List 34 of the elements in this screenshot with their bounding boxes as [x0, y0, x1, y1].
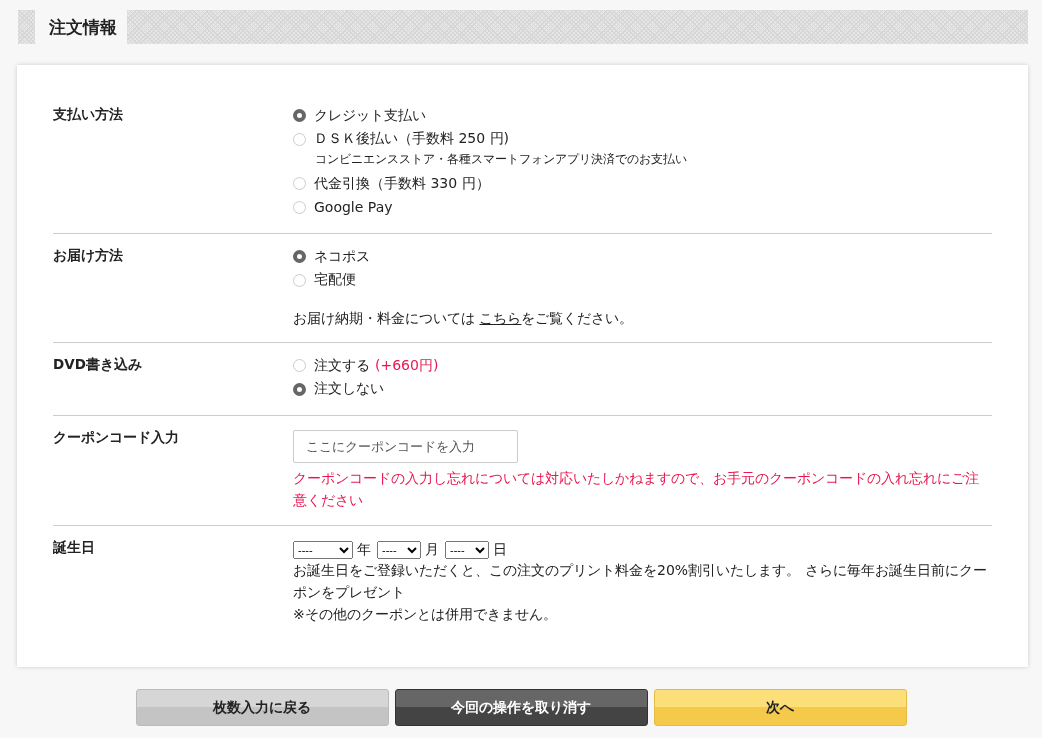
- date-unit: 年: [357, 541, 371, 559]
- coupon-warning: クーポンコードの入力し忘れについては対応いたしかねますので、お手元のクーポンコードの入れ忘れにご注意ください: [293, 469, 980, 510]
- info-link[interactable]: こちら: [479, 310, 522, 326]
- delivery-info: お届け納期・料金については こちら をご覧ください。: [293, 310, 635, 328]
- option-label[interactable]: ＤＳＫ後払い（手数料 250 円): [314, 130, 510, 149]
- birthday-note: ※その他のクーポンとは併用できません。: [293, 605, 558, 624]
- option-label[interactable]: 代金引換（手数料 330 円）: [314, 174, 490, 193]
- action-button[interactable]: 枚数入力に戻る: [135, 689, 389, 726]
- option-label[interactable]: 注文しない: [314, 380, 384, 399]
- coupon-input[interactable]: ここにクーポンコードを入力: [293, 430, 518, 463]
- date-unit: 日: [493, 541, 507, 559]
- action-button[interactable]: 次へ: [653, 689, 907, 726]
- option-label[interactable]: 宅配便: [314, 271, 356, 290]
- radio-button[interactable]: [293, 250, 306, 264]
- field-label: DVD書き込み: [53, 355, 143, 374]
- option-label[interactable]: 注文する: [314, 356, 370, 375]
- field-label: 支払い方法: [53, 105, 124, 124]
- action-button[interactable]: 今回の操作を取り消す: [394, 689, 648, 726]
- date-select[interactable]: ----: [445, 541, 489, 559]
- field-label: お届け方法: [53, 246, 124, 265]
- radio-button[interactable]: [293, 109, 306, 123]
- option-label[interactable]: クレジット支払い: [314, 106, 426, 125]
- field-label: 誕生日: [53, 538, 96, 557]
- radio-button[interactable]: [293, 382, 306, 396]
- option-label[interactable]: Google Pay: [314, 199, 393, 216]
- field-label: クーポンコード入力: [53, 428, 180, 447]
- date-select[interactable]: ----: [293, 541, 353, 559]
- section-title: 注文情報: [35, 10, 127, 44]
- birthday-note: お誕生日をご登録いただくと、この注文のプリント料金を20%割引いたします。 さらに毎年お誕生日前にクーポンをプレゼント: [293, 561, 988, 602]
- price-note: (+660円): [375, 356, 439, 375]
- date-unit: 月: [425, 541, 439, 559]
- date-select[interactable]: ----: [377, 541, 421, 559]
- option-label[interactable]: ネコポス: [314, 247, 370, 266]
- option-note: コンビニエンスストア・各種スマートフォンアプリ決済でのお支払い: [314, 151, 688, 168]
